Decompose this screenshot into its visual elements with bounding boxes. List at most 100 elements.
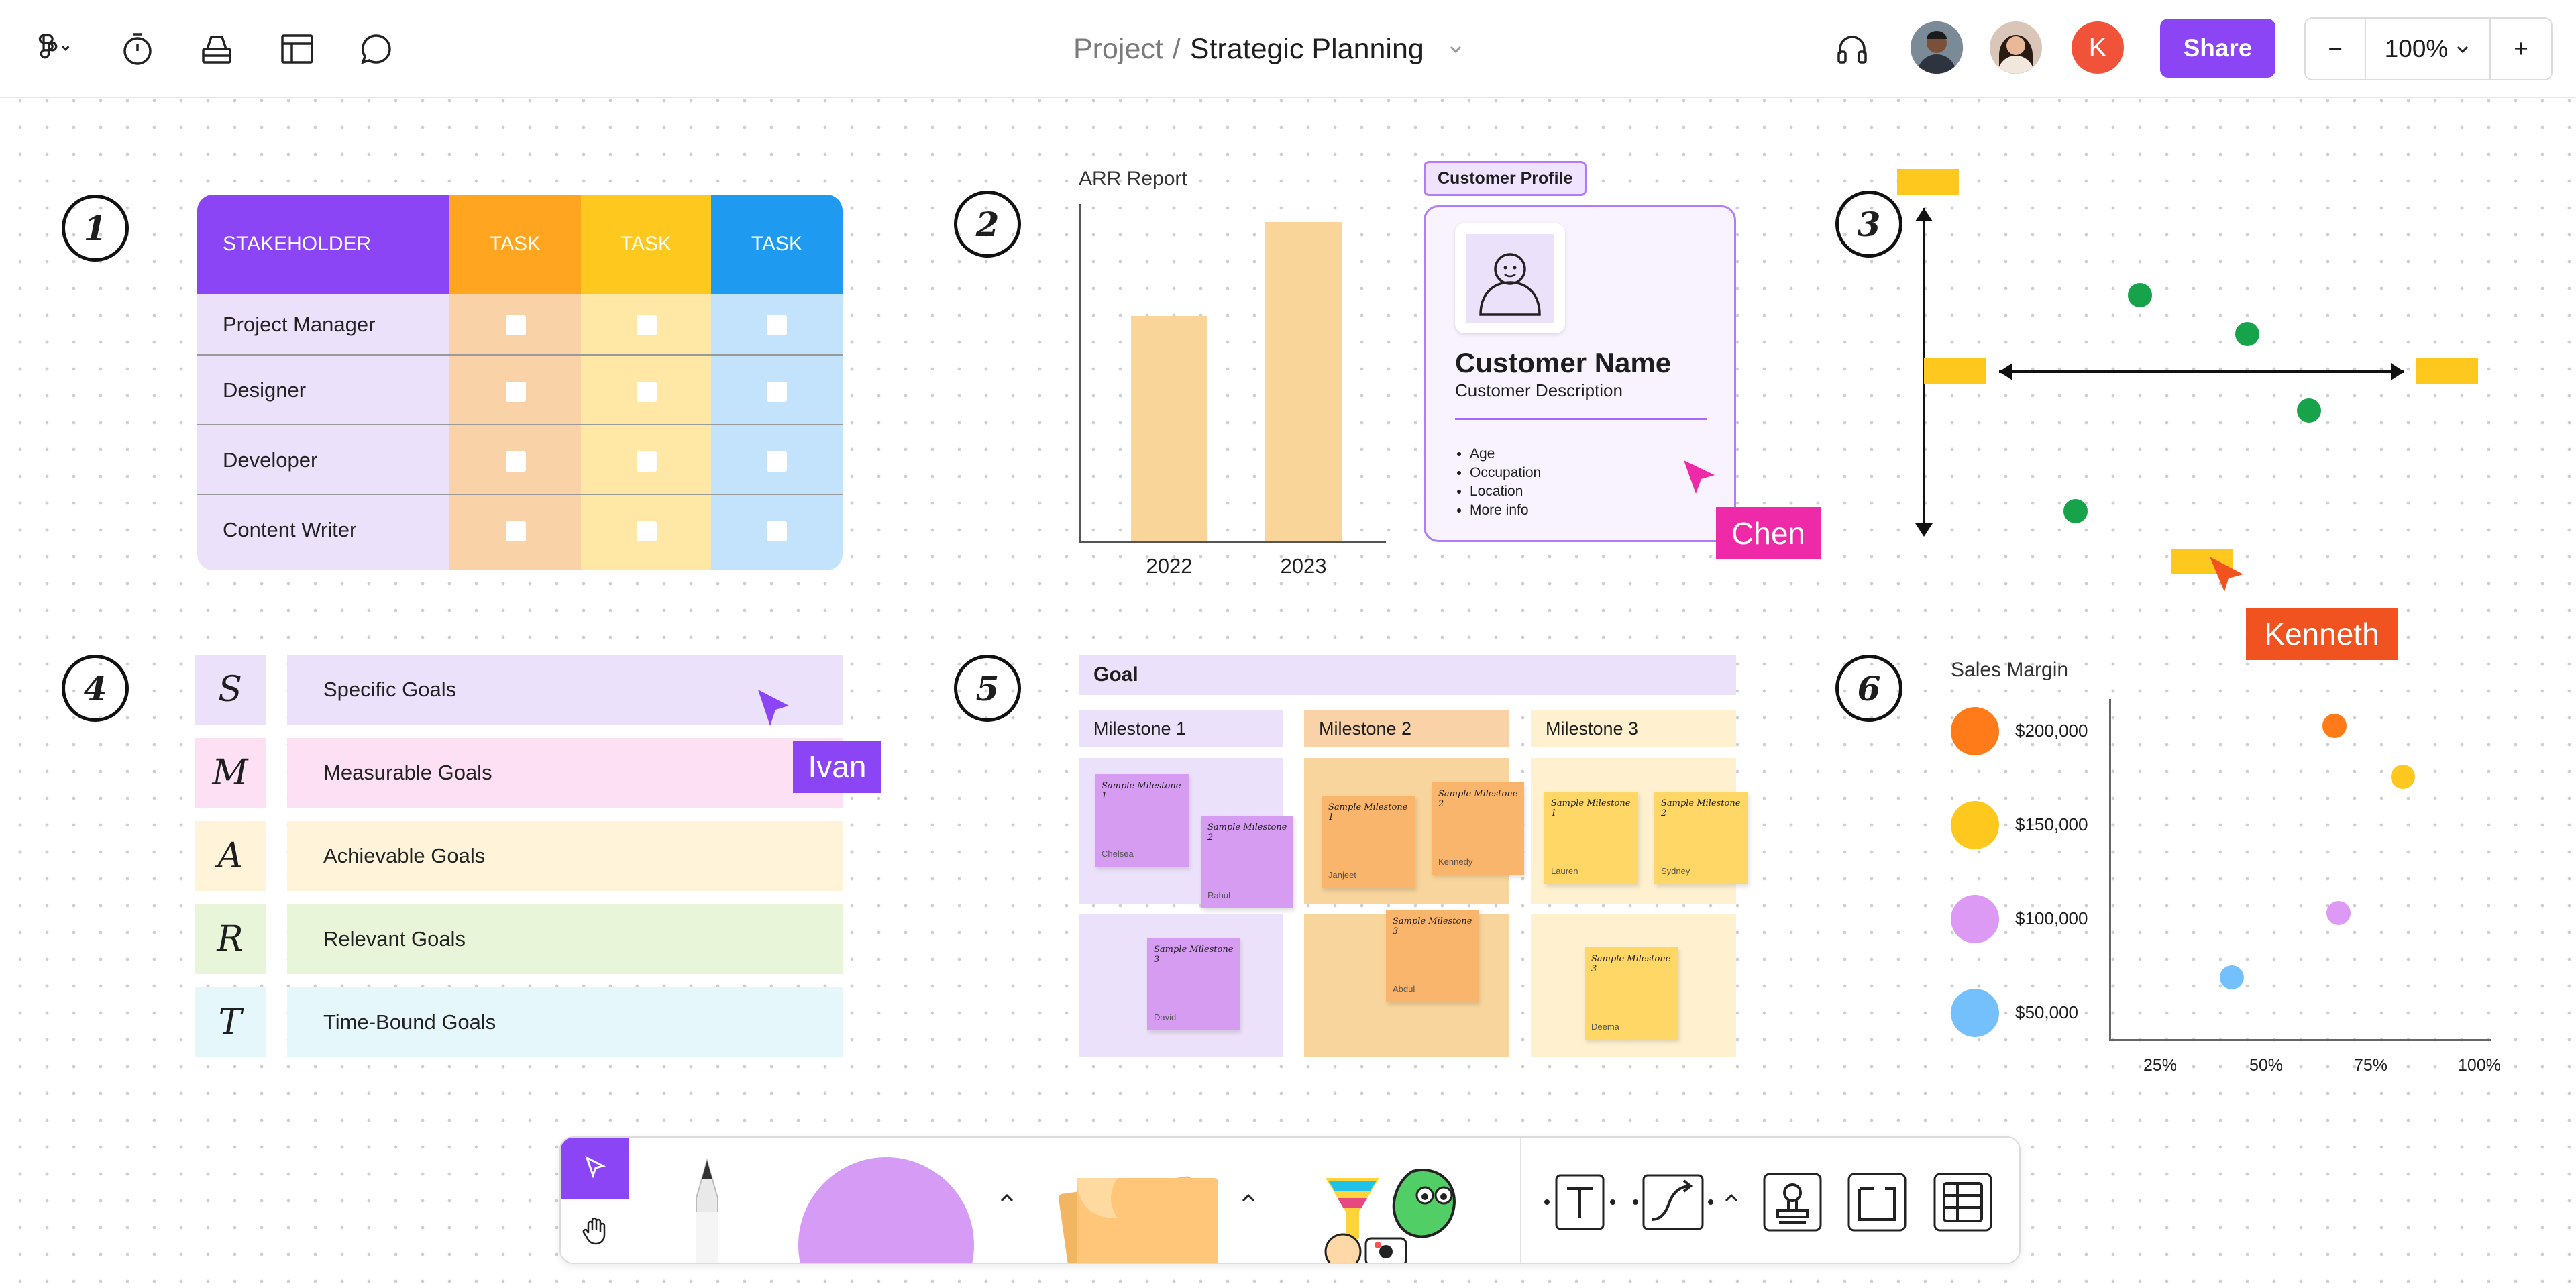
circle-icon bbox=[798, 1157, 974, 1263]
quadrant-dot[interactable] bbox=[2297, 398, 2321, 423]
checkbox[interactable] bbox=[767, 382, 787, 402]
x-tick-label: 100% bbox=[2458, 1056, 2501, 1075]
checkbox[interactable] bbox=[767, 521, 787, 541]
sticky-note[interactable]: Sample Milestone 3 Abdul bbox=[1386, 910, 1479, 1002]
quadrant-label-right[interactable] bbox=[2416, 358, 2478, 384]
table-tool[interactable] bbox=[1929, 1169, 1996, 1236]
quadrant-dot[interactable] bbox=[2128, 283, 2152, 307]
quadrant-label-top[interactable] bbox=[1897, 169, 1959, 195]
zoom-level-dropdown[interactable]: 100% bbox=[2366, 19, 2491, 79]
hand-tool[interactable] bbox=[561, 1199, 629, 1263]
table-row-label: Project Manager bbox=[223, 313, 376, 336]
checkbox[interactable] bbox=[506, 382, 526, 402]
sticky-title: Sample Milestone 2 bbox=[1438, 789, 1518, 809]
cursor-arrow-icon bbox=[755, 687, 793, 733]
section-tool[interactable] bbox=[1843, 1169, 1911, 1236]
list-item: Location bbox=[1470, 482, 1541, 501]
checkbox[interactable] bbox=[767, 451, 787, 472]
row-divider bbox=[197, 354, 843, 356]
sticky-note[interactable]: Sample Milestone 2 Sydney bbox=[1654, 792, 1748, 884]
chevron-up-icon[interactable] bbox=[1232, 1178, 1265, 1218]
sticky-note[interactable]: Sample Milestone 3 Deema bbox=[1585, 947, 1678, 1040]
chevron-up-icon[interactable] bbox=[990, 1178, 1024, 1218]
breadcrumb[interactable]: Project / Strategic Planning bbox=[1073, 28, 1464, 70]
smart-letter: M bbox=[195, 738, 266, 808]
checkbox[interactable] bbox=[637, 382, 657, 402]
profile-tag[interactable]: Customer Profile bbox=[1424, 161, 1587, 196]
sticky-note[interactable]: Sample Milestone 1 Lauren bbox=[1544, 792, 1638, 884]
sticky-note[interactable]: Sample Milestone 3 David bbox=[1147, 938, 1240, 1030]
layout-icon[interactable] bbox=[275, 27, 319, 71]
table-header: STAKEHOLDER bbox=[197, 195, 449, 294]
stakeholder-table[interactable]: STAKEHOLDER TASK TASK TASK Project Manag… bbox=[197, 195, 843, 570]
sticky-author: Deema bbox=[1591, 1022, 1619, 1032]
collaborator-cursor-label: Kenneth bbox=[2246, 608, 2398, 660]
share-button[interactable]: Share bbox=[2160, 19, 2275, 78]
avatar[interactable] bbox=[1990, 21, 2042, 74]
scatter-point[interactable] bbox=[2326, 900, 2351, 925]
arr-bar-2023[interactable] bbox=[1265, 222, 1342, 541]
chevron-up-icon[interactable] bbox=[1715, 1178, 1748, 1218]
text-tool[interactable] bbox=[1543, 1169, 1617, 1236]
checkbox[interactable] bbox=[506, 315, 526, 335]
quadrant-dot[interactable] bbox=[2063, 499, 2088, 523]
arr-x-axis bbox=[1079, 541, 1386, 543]
sticky-title: Sample Milestone 3 bbox=[1154, 945, 1234, 965]
breadcrumb-project[interactable]: Project bbox=[1073, 33, 1163, 66]
sticky-author: Sydney bbox=[1661, 866, 1690, 876]
stickers-tool[interactable] bbox=[1319, 1158, 1473, 1263]
sticky-note[interactable]: Sample Milestone 1 Chelsea bbox=[1095, 774, 1189, 867]
smart-goal[interactable]: Measurable Goals bbox=[287, 738, 843, 808]
headphones-icon[interactable] bbox=[1830, 27, 1874, 71]
timer-icon[interactable] bbox=[115, 27, 160, 71]
sticky-note[interactable]: Sample Milestone 2 Kennedy bbox=[1432, 782, 1524, 875]
toolbar-divider bbox=[1520, 1138, 1521, 1263]
pen-tool[interactable] bbox=[645, 1138, 769, 1263]
breadcrumb-separator: / bbox=[1172, 32, 1181, 65]
checkbox[interactable] bbox=[637, 521, 657, 541]
scatter-point[interactable] bbox=[2390, 765, 2415, 790]
zoom-in-button[interactable]: + bbox=[2491, 19, 2551, 79]
chevron-down-icon[interactable] bbox=[1447, 40, 1464, 58]
select-tool[interactable] bbox=[561, 1138, 629, 1199]
arr-bar-2022[interactable] bbox=[1131, 316, 1208, 541]
figma-menu-icon[interactable] bbox=[20, 27, 87, 71]
sticky-note[interactable]: Sample Milestone 2 Rahul bbox=[1201, 816, 1293, 908]
comment-icon[interactable] bbox=[354, 27, 398, 71]
goal-header[interactable]: Goal bbox=[1079, 655, 1736, 695]
shape-tool[interactable] bbox=[796, 1157, 977, 1263]
avatar[interactable] bbox=[1911, 21, 1963, 74]
checkbox[interactable] bbox=[637, 451, 657, 472]
checkbox[interactable] bbox=[506, 451, 526, 472]
sticky-note[interactable]: Sample Milestone 1 Janjeet bbox=[1322, 796, 1415, 888]
table-header: TASK bbox=[581, 195, 711, 294]
profile-bullets: Age Occupation Location More info bbox=[1470, 445, 1541, 520]
smart-goal[interactable]: Achievable Goals bbox=[287, 821, 843, 891]
milestone-header[interactable]: Milestone 1 bbox=[1079, 710, 1283, 747]
smart-goal[interactable]: Relevant Goals bbox=[287, 904, 843, 974]
checkbox[interactable] bbox=[637, 315, 657, 335]
arr-title: ARR Report bbox=[1079, 168, 1187, 190]
milestone-header[interactable]: Milestone 2 bbox=[1304, 710, 1509, 747]
stamp-tool[interactable] bbox=[1759, 1169, 1826, 1236]
sticky-title: Sample Milestone 1 bbox=[1551, 798, 1631, 818]
stamp-tray-icon[interactable] bbox=[195, 27, 239, 71]
scatter-point[interactable] bbox=[2220, 965, 2245, 989]
x-tick-label: 75% bbox=[2353, 1056, 2388, 1075]
smart-goal[interactable]: Time-Bound Goals bbox=[287, 987, 843, 1057]
sticky-title: Sample Milestone 2 bbox=[1208, 822, 1287, 843]
sticky-author: Abdul bbox=[1393, 984, 1415, 994]
sticky-author: Lauren bbox=[1551, 866, 1578, 876]
file-title[interactable]: Strategic Planning bbox=[1190, 33, 1424, 66]
quadrant-dot[interactable] bbox=[2235, 322, 2259, 346]
avatar[interactable]: K bbox=[2072, 21, 2124, 74]
checkbox[interactable] bbox=[506, 521, 526, 541]
sticky-title: Sample Milestone 2 bbox=[1661, 798, 1741, 818]
zoom-out-button[interactable]: − bbox=[2306, 19, 2366, 79]
connector-tool[interactable] bbox=[1631, 1169, 1715, 1236]
sticky-note-tool[interactable] bbox=[1044, 1151, 1232, 1263]
quadrant-label-left[interactable] bbox=[1924, 358, 1986, 384]
milestone-header[interactable]: Milestone 3 bbox=[1531, 710, 1736, 747]
scatter-point[interactable] bbox=[2322, 714, 2347, 739]
checkbox[interactable] bbox=[767, 315, 787, 335]
